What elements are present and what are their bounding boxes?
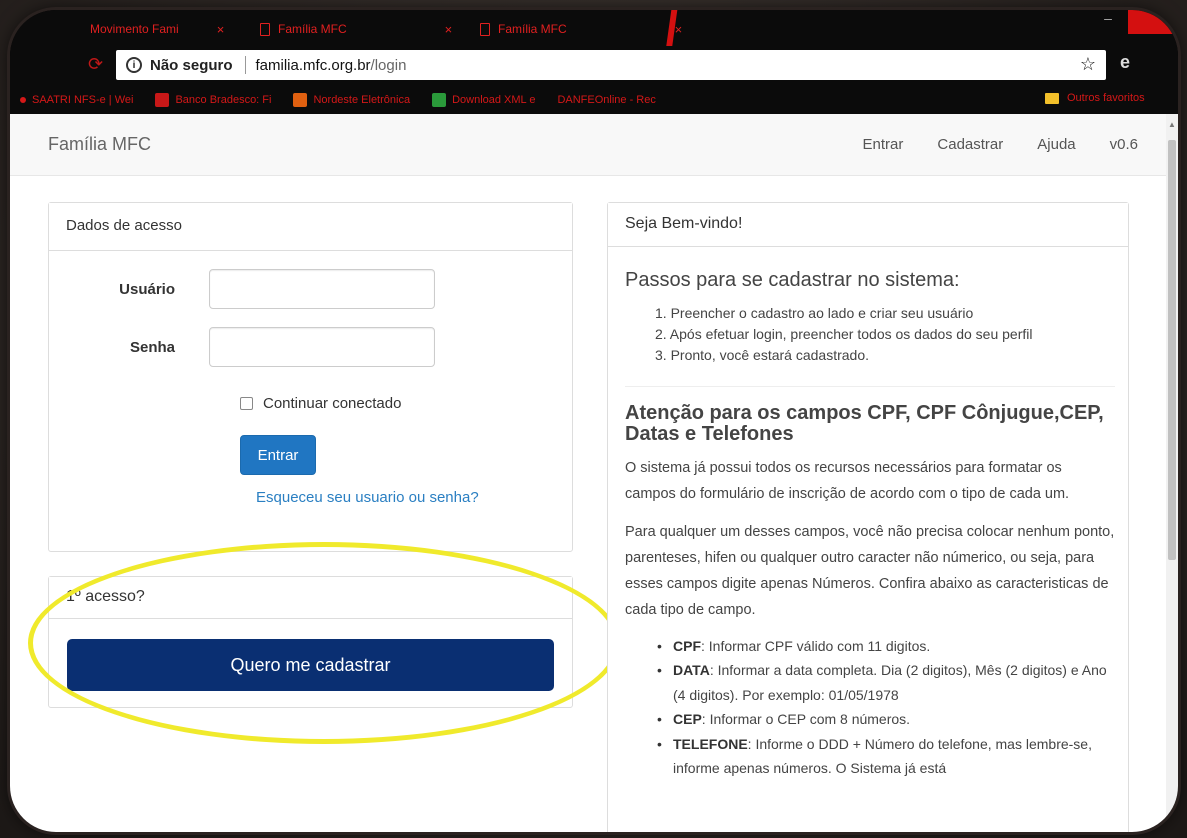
url-path: /login: [370, 56, 407, 74]
step-item: 3. Pronto, você estará cadastrado.: [655, 347, 870, 363]
field-name: TELEFONE: [673, 735, 748, 752]
separator: [244, 56, 246, 74]
security-label: Não seguro: [150, 56, 233, 74]
browser-tab[interactable]: Movimento Fami ×: [90, 16, 224, 42]
field-name: CEP: [673, 711, 702, 728]
reload-icon[interactable]: ⟳: [88, 54, 103, 75]
divider: [625, 386, 1115, 387]
info-paragraph: Para qualquer um desses campos, você não…: [625, 524, 1115, 619]
tab-label: Movimento Fami: [90, 22, 179, 36]
field-rule: CEP: Informar o CEP com 8 números.: [657, 707, 1115, 732]
first-access-panel: 1º acesso? Quero me cadastrar: [48, 576, 573, 708]
welcome-heading: Seja Bem-vindo!: [608, 203, 1128, 247]
login-panel-heading: Dados de acesso: [49, 203, 572, 251]
user-row: Usuário: [49, 269, 435, 309]
document-icon: [260, 22, 270, 36]
extension-icon[interactable]: e: [1120, 52, 1130, 73]
site-navbar: Família MFC Entrar Cadastrar Ajuda v0.6: [10, 114, 1166, 176]
web-page: Família MFC Entrar Cadastrar Ajuda v0.6 …: [10, 114, 1166, 832]
nav-link-entrar[interactable]: Entrar: [863, 136, 904, 153]
user-label: Usuário: [119, 280, 175, 298]
steps-list: 1. Preencher o cadastro ao lado e criar …: [625, 303, 1115, 366]
field-desc: : Informar o CEP com 8 números.: [701, 711, 911, 728]
tab-label: Família MFC: [278, 22, 347, 36]
download-icon: [432, 93, 447, 107]
close-icon[interactable]: ×: [675, 22, 683, 37]
remember-me[interactable]: Continuar conectado: [240, 395, 401, 412]
welcome-panel: Seja Bem-vindo! Passos para se cadastrar…: [607, 202, 1129, 832]
other-favorites[interactable]: Outros favoritos: [1045, 92, 1145, 104]
password-label: Senha: [129, 338, 175, 356]
url-host: familia.mfc.org.br: [255, 56, 371, 74]
password-row: Senha: [49, 327, 435, 367]
minimize-icon[interactable]: –: [1088, 10, 1128, 34]
field-desc: : Informar a data completa. Dia (2 digit…: [673, 662, 1107, 703]
browser-tab[interactable]: Família MFC ×: [260, 16, 452, 42]
bookmark-label: DANFEOnline - Rec: [557, 94, 656, 106]
bookmark-label: SAATRI NFS-e | Wei: [32, 94, 134, 106]
info-icon[interactable]: i: [126, 57, 142, 73]
step-item: 2. Após efetuar login, preencher todos o…: [655, 326, 1033, 342]
info-paragraph: O sistema já possui todos os recursos ne…: [625, 460, 1070, 503]
field-rule: DATA: Informar a data completa. Dia (2 d…: [657, 658, 1115, 707]
bookmark-item[interactable]: Nordeste Eletrônica: [293, 93, 410, 107]
password-input[interactable]: [209, 327, 435, 367]
remember-checkbox[interactable]: [240, 397, 253, 410]
bookmark-label: Nordeste Eletrônica: [313, 94, 411, 106]
document-icon: [480, 22, 490, 36]
address-bar[interactable]: i Não seguro familia.mfc.org.br /login ☆: [116, 50, 1106, 80]
register-button[interactable]: Quero me cadastrar: [67, 639, 554, 691]
window-controls: –: [1088, 10, 1178, 34]
attention-title: Atenção para os campos CPF, CPF Cônjugue…: [625, 402, 1104, 445]
login-button[interactable]: Entrar: [240, 435, 316, 475]
scroll-thumb[interactable]: [1168, 140, 1176, 560]
version-label: v0.6: [1109, 136, 1138, 153]
remember-label: Continuar conectado: [263, 395, 402, 412]
browser-tab[interactable]: Família MFC ×: [480, 16, 682, 42]
folder-icon: [1045, 92, 1059, 104]
store-icon: [293, 93, 308, 107]
first-access-heading: 1º acesso?: [49, 577, 572, 619]
field-desc: : Informar CPF válido com 11 digitos.: [701, 637, 931, 654]
field-name: CPF: [673, 637, 701, 654]
bank-icon: [155, 93, 170, 107]
site-brand[interactable]: Família MFC: [48, 134, 151, 155]
step-item: 1. Preencher o cadastro ao lado e criar …: [655, 305, 974, 321]
bookmark-item[interactable]: SAATRI NFS-e | Wei: [20, 94, 133, 106]
close-icon[interactable]: ×: [217, 22, 225, 37]
field-name: DATA: [673, 662, 710, 679]
browser-toolbar: ⟳ i Não seguro familia.mfc.org.br /login…: [10, 46, 1178, 86]
scroll-up-icon[interactable]: ▲: [1168, 120, 1176, 129]
forgot-password-link[interactable]: Esqueceu seu usuario ou senha?: [256, 489, 479, 506]
nav-link-ajuda[interactable]: Ajuda: [1037, 136, 1075, 153]
screenshot-frame: Movimento Fami × Família MFC × Família M…: [10, 10, 1178, 832]
bookmark-item[interactable]: DANFEOnline - Rec: [557, 94, 655, 106]
field-rule: TELEFONE: Informe o DDD + Número do tele…: [657, 732, 1115, 781]
bookmark-label: Download XML e: [452, 94, 536, 106]
user-input[interactable]: [209, 269, 435, 309]
steps-title: Passos para se cadastrar no sistema:: [625, 269, 960, 291]
nav-links: Entrar Cadastrar Ajuda v0.6: [863, 136, 1138, 153]
bookmark-star-icon[interactable]: ☆: [1080, 54, 1096, 75]
field-rules-list: CPF: Informar CPF válido com 11 digitos.…: [625, 634, 1115, 781]
browser-tabstrip: Movimento Fami × Família MFC × Família M…: [10, 10, 1178, 46]
window-close-button[interactable]: [1128, 10, 1178, 34]
bookmark-item[interactable]: Download XML e: [432, 93, 535, 107]
bookmark-label: Banco Bradesco: Fi: [175, 94, 272, 106]
field-rule: CPF: Informar CPF válido com 11 digitos.: [657, 634, 1115, 659]
nav-link-cadastrar[interactable]: Cadastrar: [937, 136, 1003, 153]
login-panel: Dados de acesso Usuário Senha Continuar …: [48, 202, 573, 552]
bookmarks-bar: SAATRI NFS-e | Wei Banco Bradesco: Fi No…: [10, 86, 1178, 114]
page-scrollbar[interactable]: ▲: [1166, 114, 1178, 832]
other-favorites-label: Outros favoritos: [1067, 92, 1145, 104]
close-icon[interactable]: ×: [445, 22, 453, 37]
bookmark-favicon: [20, 97, 26, 103]
bookmark-item[interactable]: Banco Bradesco: Fi: [155, 93, 271, 107]
tab-label: Família MFC: [498, 22, 567, 36]
welcome-body: Passos para se cadastrar no sistema: 1. …: [625, 247, 1115, 781]
